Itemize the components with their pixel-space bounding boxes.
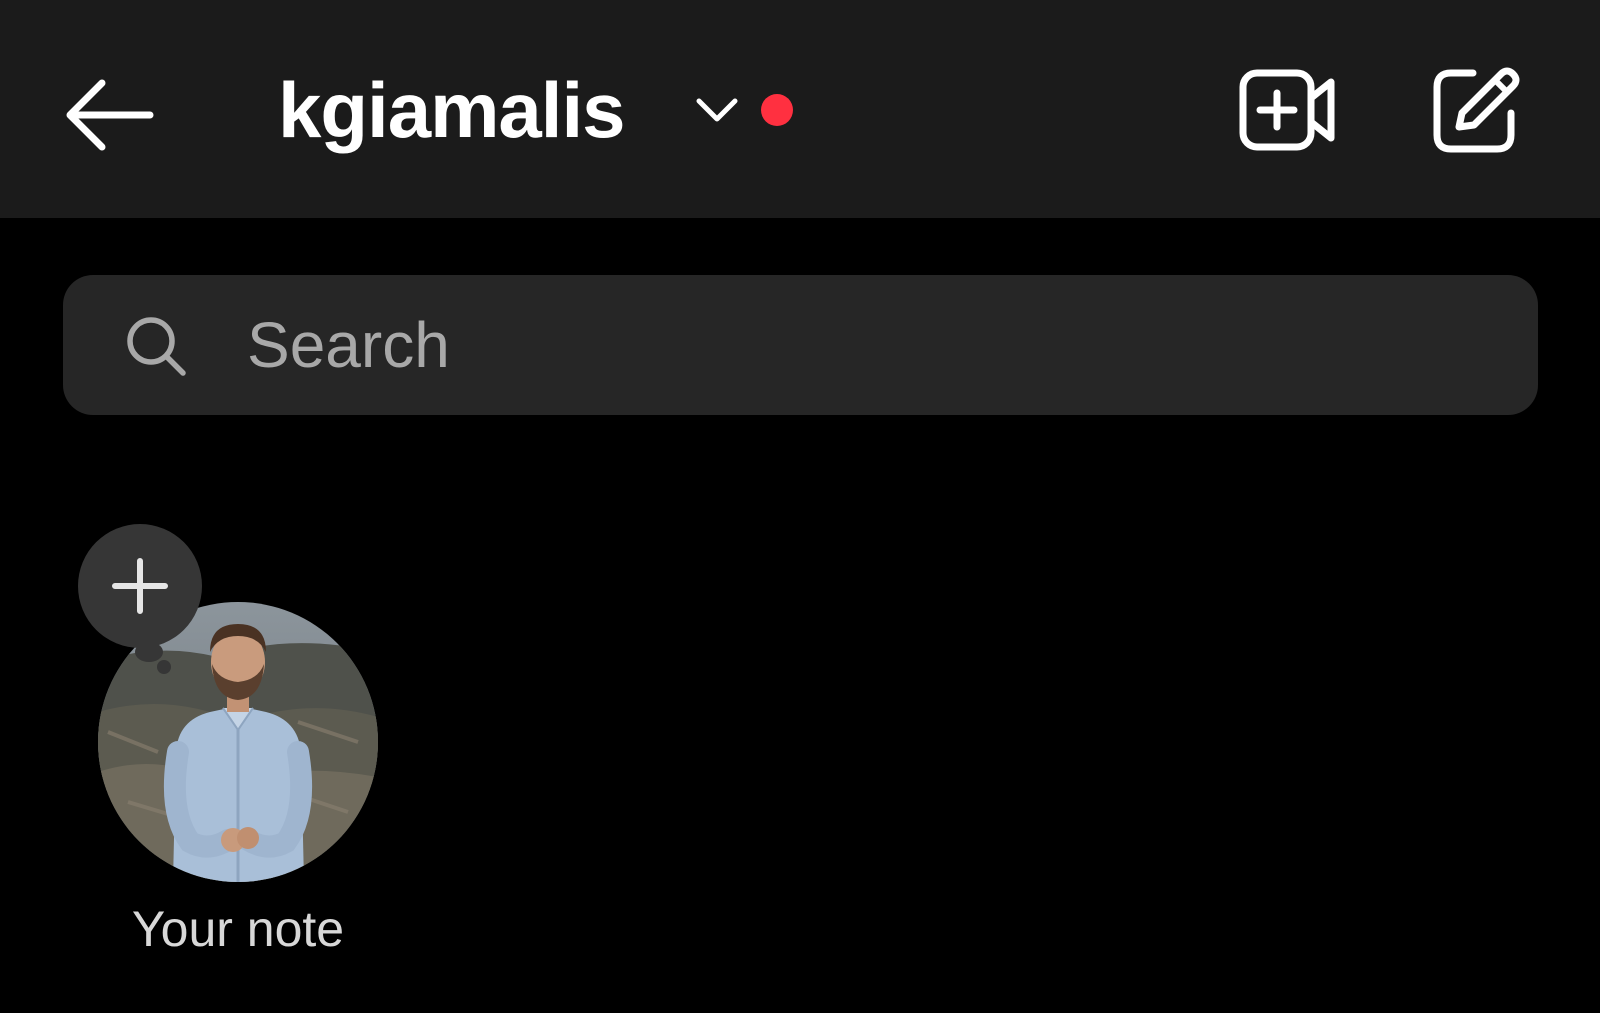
note-bubble-tail-dot	[157, 660, 171, 674]
account-name: kgiamalis	[278, 66, 626, 154]
compose-edit-icon	[1433, 67, 1520, 153]
search-input[interactable]	[247, 295, 1447, 395]
note-label: Your note	[131, 901, 345, 957]
search-icon	[121, 311, 191, 381]
top-bar: kgiamalis	[0, 0, 1600, 218]
messages-screen: kgiamalis Search Your note	[0, 0, 1600, 1013]
live-indicator-dot	[760, 94, 793, 126]
compose-message-button[interactable]	[1426, 60, 1524, 158]
your-note-item[interactable]: Your note	[78, 524, 398, 964]
back-button[interactable]	[58, 70, 158, 160]
search-bar[interactable]	[63, 275, 1538, 415]
video-plus-icon	[1239, 69, 1335, 151]
chevron-down-icon	[695, 88, 739, 132]
account-switcher[interactable]: kgiamalis	[278, 55, 793, 165]
plus-icon	[112, 558, 168, 614]
new-video-call-button[interactable]	[1236, 62, 1340, 158]
add-note-bubble[interactable]	[78, 524, 202, 648]
note-bubble-tail	[135, 642, 163, 662]
arrow-left-icon	[66, 79, 154, 151]
